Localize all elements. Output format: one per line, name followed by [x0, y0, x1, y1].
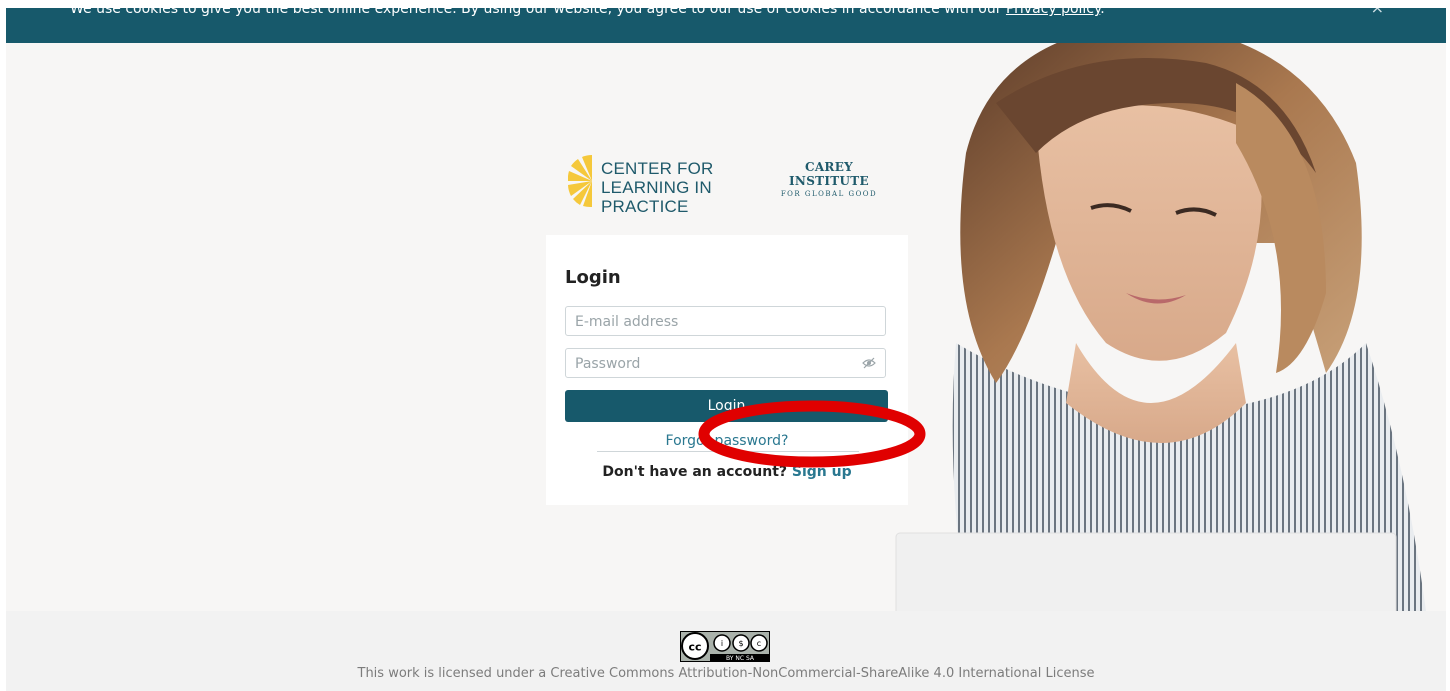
cookie-suffix: .	[1100, 8, 1105, 17]
cookie-text: We use cookies to give you the best onli…	[70, 8, 1105, 17]
page-frame: We use cookies to give you the best onli…	[6, 8, 1446, 691]
woman-photo	[886, 43, 1446, 611]
cookie-message: We use cookies to give you the best onli…	[70, 8, 1006, 17]
clip-logo: CENTER FOR LEARNING IN PRACTICE	[568, 153, 758, 216]
eye-slash-icon[interactable]	[862, 356, 876, 370]
svg-text:cc: cc	[688, 641, 701, 654]
hero-background: CENTER FOR LEARNING IN PRACTICE CAREY IN…	[6, 43, 1446, 611]
svg-text:i: i	[721, 639, 723, 648]
carey-line-2: FOR GLOBAL GOOD	[780, 190, 878, 198]
privacy-policy-link[interactable]: Privacy policy	[1006, 8, 1100, 17]
carey-logo: CAREY INSTITUTE FOR GLOBAL GOOD	[774, 160, 884, 198]
email-field[interactable]	[565, 306, 886, 336]
clip-logo-text: CENTER FOR LEARNING IN PRACTICE	[601, 159, 758, 216]
clip-line-1: CENTER FOR	[601, 159, 714, 178]
login-title: Login	[565, 267, 621, 288]
svg-text:c: c	[757, 639, 761, 648]
footer: cc i $ c BY NC SA This work is licensed …	[6, 611, 1446, 691]
cookie-banner: We use cookies to give you the best onli…	[6, 8, 1446, 43]
carey-line-1: CAREY INSTITUTE	[789, 160, 869, 188]
cc-badge-text: BY NC SA	[726, 655, 755, 662]
creative-commons-icon[interactable]: cc i $ c BY NC SA	[680, 631, 770, 662]
email-input[interactable]	[573, 308, 857, 336]
password-input[interactable]	[573, 350, 857, 378]
license-text: This work is licensed under a Creative C…	[357, 666, 1095, 681]
password-field[interactable]	[565, 348, 886, 378]
annotation-oval	[698, 400, 926, 468]
close-icon[interactable]: ×	[1371, 8, 1384, 17]
svg-text:$: $	[738, 639, 743, 648]
clip-line-2: LEARNING IN PRACTICE	[601, 178, 712, 216]
